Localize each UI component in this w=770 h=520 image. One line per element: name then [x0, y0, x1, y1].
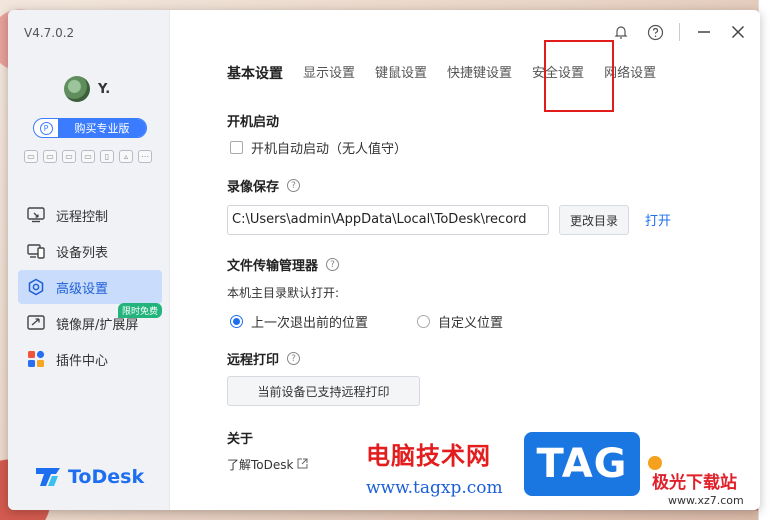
- remote-control-icon: [26, 206, 46, 224]
- sidebar-item-label: 插件中心: [56, 353, 109, 369]
- learn-todesk-label: 了解ToDesk: [227, 458, 294, 472]
- sidebar-item-label: 高级设置: [56, 281, 109, 297]
- remote-print-status-button[interactable]: 当前设备已支持远程打印: [227, 376, 420, 406]
- custom-location-radio[interactable]: [417, 315, 430, 328]
- file-transfer-section-title: 文件传输管理器 ?: [227, 255, 340, 274]
- more-icon[interactable]: ⋯: [138, 150, 152, 163]
- custom-location-option[interactable]: 自定义位置: [417, 312, 503, 331]
- watermark-site-name: 电脑技术网: [366, 442, 491, 470]
- close-icon[interactable]: [728, 22, 748, 42]
- last-location-label: 上一次退出前的位置: [251, 316, 369, 331]
- recording-path-field[interactable]: C:\Users\admin\AppData\Local\ToDesk\reco…: [227, 205, 549, 235]
- gamepad-icon[interactable]: ▭: [24, 150, 38, 163]
- change-directory-button[interactable]: 更改目录: [559, 205, 629, 235]
- sidebar-item-plugin-center[interactable]: 插件中心: [18, 342, 162, 376]
- folder-icon[interactable]: ▭: [62, 150, 76, 163]
- remote-print-help-icon[interactable]: ?: [287, 352, 301, 365]
- sidebar-item-device-list[interactable]: 设备列表: [18, 234, 162, 268]
- help-icon[interactable]: [645, 22, 665, 42]
- sidebar-item-advanced-settings[interactable]: 高级设置: [18, 270, 162, 304]
- sidebar-nav: 远程控制 设备列表 高级设置 镜像屏/扩展屏 限时免费 插件中心: [18, 198, 162, 378]
- user-profile[interactable]: Y.: [64, 76, 110, 102]
- security-tab-highlight: [544, 40, 614, 112]
- startup-section-title: 开机启动: [227, 115, 280, 130]
- tab-display-settings[interactable]: 显示设置: [303, 64, 355, 84]
- file-transfer-help-icon[interactable]: ?: [326, 258, 340, 271]
- user-name: Y.: [98, 81, 111, 97]
- tab-keyboard-mouse-settings[interactable]: 键鼠设置: [375, 64, 427, 84]
- sidebar-item-label: 设备列表: [56, 245, 109, 261]
- settings-main: 基本设置 显示设置 键鼠设置 快捷键设置 安全设置 网络设置 开机启动 开机自动…: [170, 10, 760, 510]
- logo-text: ToDesk: [68, 466, 145, 488]
- rocket-icon[interactable]: ▵: [119, 150, 133, 163]
- quick-tools-bar: ▭ ▭ ▭ ▭ ▯ ▵ ⋯: [24, 150, 152, 163]
- tab-shortcut-settings[interactable]: 快捷键设置: [447, 64, 512, 84]
- avatar[interactable]: [64, 76, 90, 102]
- custom-location-label: 自定义位置: [438, 316, 504, 331]
- display-icon[interactable]: ▭: [43, 150, 57, 163]
- plugin-center-icon: [26, 350, 46, 368]
- limited-free-badge: 限时免费: [117, 303, 162, 318]
- recording-section-title: 录像保存 ?: [227, 176, 301, 195]
- auto-start-checkbox[interactable]: [230, 141, 243, 154]
- buy-pro-button[interactable]: P 购买专业版: [33, 118, 147, 138]
- last-location-radio[interactable]: [230, 315, 243, 328]
- auto-start-option[interactable]: 开机自动启动（无人值守）: [230, 138, 407, 157]
- todesk-logo-icon: [36, 468, 60, 486]
- sidebar-item-remote-control[interactable]: 远程控制: [18, 198, 162, 232]
- watermark-url: www.tagxp.com: [366, 478, 503, 498]
- mirror-screen-icon: [26, 314, 46, 332]
- learn-todesk-link[interactable]: 了解ToDesk: [227, 456, 308, 473]
- watermark-tag-logo: TAG: [524, 432, 640, 496]
- remote-print-section-title: 远程打印 ?: [227, 349, 301, 368]
- auto-start-label: 开机自动启动（无人值守）: [251, 142, 408, 157]
- minimize-icon[interactable]: [694, 22, 714, 42]
- version-label: V4.7.0.2: [24, 26, 75, 40]
- about-section-title: 关于: [227, 432, 254, 447]
- open-directory-link[interactable]: 打开: [645, 210, 671, 229]
- toolbar-divider: [679, 23, 680, 41]
- external-link-icon: [297, 458, 308, 472]
- sidebar-item-label: 远程控制: [56, 209, 109, 225]
- watermark-site2-name: 极光下载站: [652, 473, 737, 493]
- todesk-logo: ToDesk: [34, 466, 144, 488]
- last-location-option[interactable]: 上一次退出前的位置: [230, 312, 368, 331]
- watermark-site2-url: www.xz7.com: [668, 494, 744, 507]
- recording-help-icon[interactable]: ?: [287, 179, 301, 192]
- pro-p-icon: P: [34, 119, 58, 137]
- bell-icon[interactable]: [611, 22, 631, 42]
- sidebar-item-mirror-screen[interactable]: 镜像屏/扩展屏 限时免费: [18, 303, 162, 340]
- sidebar: V4.7.0.2 Y. P 购买专业版 ▭ ▭ ▭ ▭ ▯ ▵ ⋯ 远程控制 设…: [8, 10, 170, 510]
- window-controls: [611, 22, 748, 42]
- phone-icon[interactable]: ▯: [100, 150, 114, 163]
- buy-pro-label: 购买专业版: [58, 119, 146, 137]
- default-directory-label: 本机主目录默认打开:: [227, 286, 340, 300]
- tab-basic-settings[interactable]: 基本设置: [227, 64, 283, 84]
- todesk-window: V4.7.0.2 Y. P 购买专业版 ▭ ▭ ▭ ▭ ▯ ▵ ⋯ 远程控制 设…: [8, 10, 760, 510]
- chat-icon[interactable]: ▭: [81, 150, 95, 163]
- device-list-icon: [26, 242, 46, 260]
- advanced-settings-icon: [26, 278, 46, 296]
